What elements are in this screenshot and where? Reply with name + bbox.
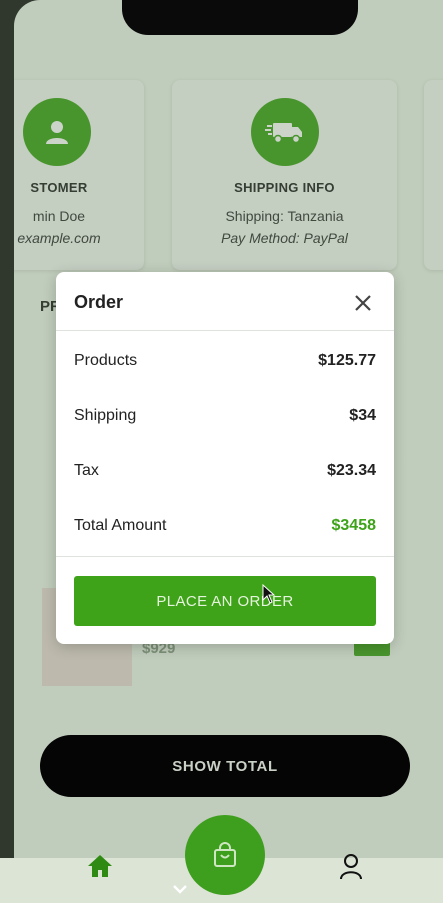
row-label: Shipping [74,407,137,424]
tax-row: Tax $23.34 [74,462,376,484]
shopping-bag-icon [214,842,236,867]
mouse-cursor-icon [262,583,276,609]
shipping-row: Shipping $34 [74,407,376,429]
close-icon[interactable] [352,292,374,314]
home-icon [88,855,112,877]
chevron-down-icon[interactable] [171,882,189,900]
tab-home[interactable] [86,853,114,884]
phone-notch [122,0,358,35]
modal-title: Order [74,292,124,312]
user-outline-icon [340,854,362,880]
modal-header: Order [56,272,394,331]
place-order-button[interactable]: PLACE AN ORDER [74,576,376,626]
row-label: Tax [74,462,99,479]
total-amount-value: $3458 [331,517,377,534]
row-label: Products [74,352,138,369]
show-total-button[interactable]: SHOW TOTAL [40,735,410,797]
tab-profile[interactable] [338,852,364,885]
row-value: $23.34 [327,462,376,479]
row-value: $34 [349,407,376,424]
cart-fab-button[interactable] [185,815,265,895]
total-amount-row: Total Amount $3458 [74,517,376,539]
modal-divider [56,556,394,557]
order-modal: Order Products $125.77 Shipping $34 Tax … [56,272,394,644]
products-row: Products $125.77 [74,352,376,374]
row-label: Total Amount [74,517,167,534]
row-value: $125.77 [318,352,376,369]
